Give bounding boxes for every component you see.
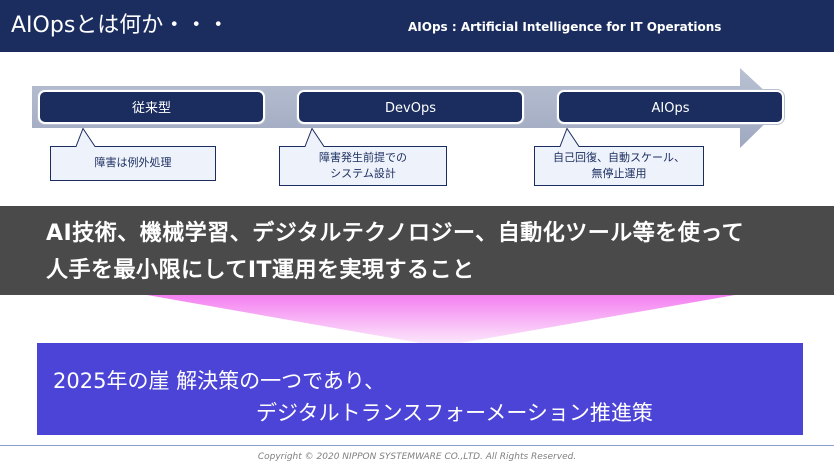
conclusion-line-2: デジタルトランスフォーメーション推進策 — [256, 401, 653, 425]
copyright-text: Copyright © 2020 NIPPON SYSTEMWARE CO.,L… — [257, 452, 577, 462]
callout-devops: 障害発生前提での システム設計 — [279, 128, 447, 188]
stage-legacy: 従来型 — [38, 90, 265, 124]
funnel-shape — [147, 295, 735, 343]
stage-devops: DevOps — [297, 90, 524, 124]
callout-aiops: 自己回復、自動スケール、 無停止運用 — [534, 128, 704, 188]
stage-label: DevOps — [385, 101, 436, 116]
stage-label: 従来型 — [131, 101, 171, 116]
stage-label: AIOps — [651, 101, 690, 116]
callout-text: 無停止運用 — [591, 167, 647, 180]
definition-line-1: AI技術、機械学習、デジタルテクノロジー、自動化ツール等を使って — [46, 221, 745, 246]
callout-text: 障害発生前提での — [319, 151, 407, 164]
callout-text: 障害は例外処理 — [94, 156, 172, 169]
stage-aiops: AIOps — [557, 90, 784, 124]
callout-text: システム設計 — [330, 167, 396, 180]
callout-legacy: 障害は例外処理 — [50, 128, 216, 186]
footer-divider — [0, 445, 834, 446]
conclusion-line-1: 2025年の崖 解決策の一つであり、 — [53, 369, 386, 393]
callout-text: 自己回復、自動スケール、 — [553, 151, 685, 164]
definition-line-2: 人手を最小限にしてIT運用を実現すること — [46, 258, 475, 283]
conclusion-box: 2025年の崖 解決策の一つであり、 デジタルトランスフォーメーション推進策 — [37, 343, 803, 435]
definition-band: AI技術、機械学習、デジタルテクノロジー、自動化ツール等を使って 人手を最小限に… — [0, 206, 834, 295]
